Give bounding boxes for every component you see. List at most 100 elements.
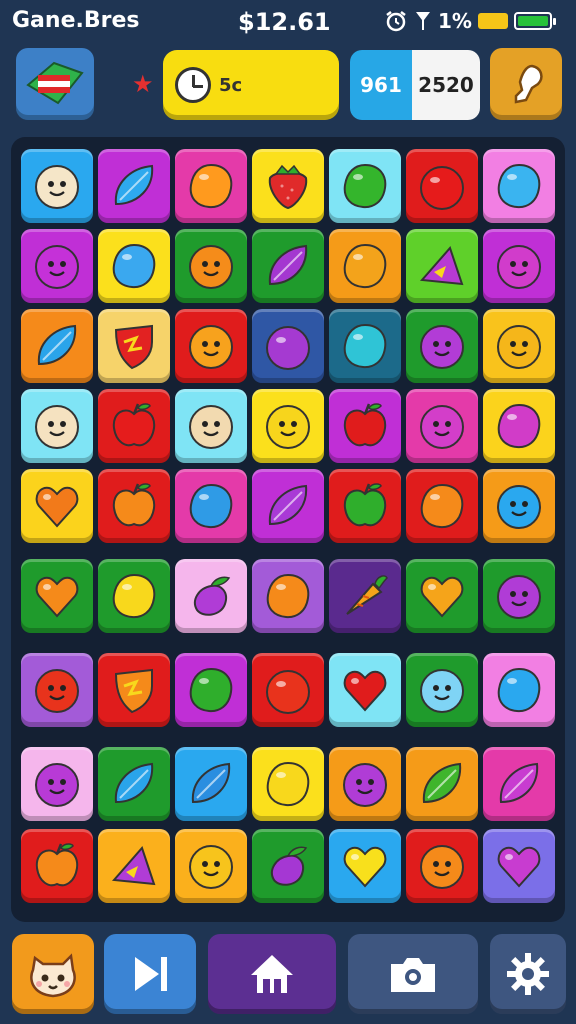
board-tile[interactable] xyxy=(98,653,170,727)
board-tile[interactable] xyxy=(175,149,247,223)
board-tile[interactable] xyxy=(329,559,401,633)
board-tile[interactable] xyxy=(406,389,478,463)
board-tile[interactable] xyxy=(21,829,93,903)
board-tile[interactable] xyxy=(329,229,401,303)
face-icon xyxy=(189,325,233,369)
face-icon xyxy=(35,165,79,209)
board-tile[interactable] xyxy=(483,469,555,543)
eggplant-icon xyxy=(193,576,231,616)
board-tile[interactable] xyxy=(483,229,555,303)
board-tile[interactable] xyxy=(329,389,401,463)
home-icon xyxy=(251,955,293,993)
board-tile[interactable] xyxy=(21,389,93,463)
face-icon xyxy=(266,405,310,449)
flag-icon xyxy=(26,61,84,105)
face-icon xyxy=(35,669,79,713)
board-tile[interactable] xyxy=(252,829,324,903)
board-tile[interactable] xyxy=(406,309,478,383)
board-tile[interactable] xyxy=(406,653,478,727)
board-tile[interactable] xyxy=(21,309,93,383)
blob-icon xyxy=(343,323,387,369)
board-tile[interactable] xyxy=(252,747,324,821)
board-tile[interactable] xyxy=(21,653,93,727)
board-tile[interactable] xyxy=(406,149,478,223)
board-tile[interactable] xyxy=(406,747,478,821)
round-icon xyxy=(266,670,310,714)
board-tile[interactable] xyxy=(406,229,478,303)
board-tile[interactable] xyxy=(329,309,401,383)
board-tile[interactable] xyxy=(98,747,170,821)
battery-percent: 1% xyxy=(438,9,472,33)
board-tile[interactable] xyxy=(21,469,93,543)
character-button[interactable] xyxy=(12,934,94,1014)
apple-icon xyxy=(112,403,156,447)
board-tile[interactable] xyxy=(175,829,247,903)
board-tile[interactable] xyxy=(406,469,478,543)
leaf-icon xyxy=(114,762,154,804)
blob-icon xyxy=(343,243,387,289)
blob-icon xyxy=(112,243,156,289)
board-tile[interactable] xyxy=(483,829,555,903)
leaf-icon xyxy=(268,484,308,526)
board-tile[interactable] xyxy=(98,149,170,223)
board-tile[interactable] xyxy=(21,229,93,303)
board-tile[interactable] xyxy=(98,469,170,543)
board-tile[interactable] xyxy=(252,309,324,383)
face-icon xyxy=(189,245,233,289)
board-tile[interactable] xyxy=(175,229,247,303)
heart-icon xyxy=(343,670,387,712)
boot-button[interactable] xyxy=(490,48,562,120)
board-tile[interactable] xyxy=(252,229,324,303)
board-tile[interactable] xyxy=(175,309,247,383)
heart-icon xyxy=(343,846,387,888)
board-tile[interactable] xyxy=(329,829,401,903)
board-tile[interactable] xyxy=(252,469,324,543)
heart-icon xyxy=(420,576,464,618)
board-tile[interactable] xyxy=(175,653,247,727)
board-tile[interactable] xyxy=(252,559,324,633)
board-tile[interactable] xyxy=(98,559,170,633)
face-icon xyxy=(35,763,79,807)
board-tile[interactable] xyxy=(329,149,401,223)
board-tile[interactable] xyxy=(98,229,170,303)
board-tile[interactable] xyxy=(483,389,555,463)
board-tile[interactable] xyxy=(483,309,555,383)
board-tile[interactable] xyxy=(483,149,555,223)
camera-button[interactable] xyxy=(348,934,478,1014)
board-tile[interactable] xyxy=(175,559,247,633)
game-board xyxy=(11,137,565,922)
status-bar: Gane.Bres $12.61 1% xyxy=(0,0,576,46)
board-tile[interactable] xyxy=(406,559,478,633)
battery-low-icon xyxy=(477,13,508,29)
flag-button[interactable] xyxy=(16,48,94,120)
board-tile[interactable] xyxy=(98,829,170,903)
board-tile[interactable] xyxy=(329,747,401,821)
board-tile[interactable] xyxy=(483,559,555,633)
board-tile[interactable] xyxy=(483,747,555,821)
board-tile[interactable] xyxy=(329,653,401,727)
board-tile[interactable] xyxy=(175,389,247,463)
board-tile[interactable] xyxy=(252,653,324,727)
board-tile[interactable] xyxy=(98,309,170,383)
face-icon xyxy=(420,325,464,369)
boot-icon xyxy=(514,64,543,104)
face-icon xyxy=(420,405,464,449)
heart-icon xyxy=(497,846,541,888)
board-tile[interactable] xyxy=(21,559,93,633)
blob-icon xyxy=(497,667,541,713)
board-tile[interactable] xyxy=(175,469,247,543)
settings-button[interactable] xyxy=(490,934,566,1014)
play-button[interactable] xyxy=(104,934,196,1014)
board-tile[interactable] xyxy=(175,747,247,821)
home-button[interactable] xyxy=(208,934,336,1014)
board-tile[interactable] xyxy=(21,149,93,223)
board-tile[interactable] xyxy=(21,747,93,821)
round-icon xyxy=(266,326,310,370)
board-tile[interactable] xyxy=(98,389,170,463)
leaf-icon xyxy=(191,762,231,804)
board-tile[interactable] xyxy=(252,149,324,223)
board-tile[interactable] xyxy=(406,829,478,903)
board-tile[interactable] xyxy=(329,469,401,543)
board-tile[interactable] xyxy=(252,389,324,463)
board-tile[interactable] xyxy=(483,653,555,727)
